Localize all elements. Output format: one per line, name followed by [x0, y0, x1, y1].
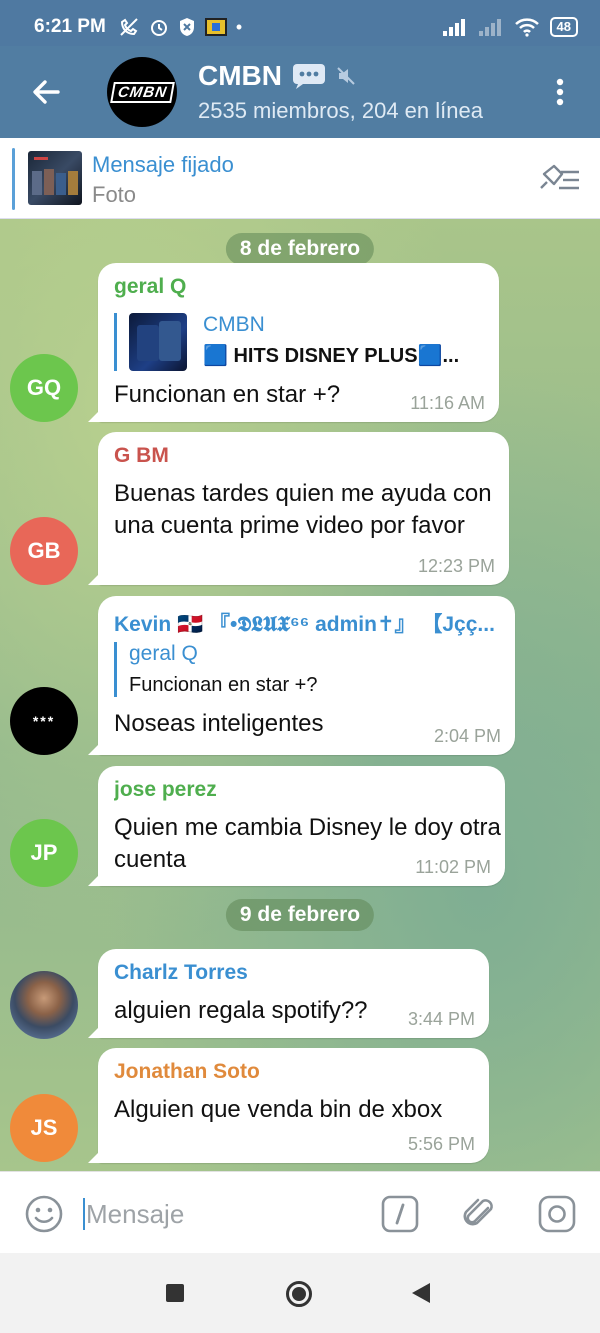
message-sender[interactable]: Charlz Torres [114, 961, 248, 985]
reply-text: 🟦 HITS DISNEY PLUS🟦... [203, 345, 460, 367]
message-bubble[interactable]: Jonathan Soto Alguien que venda bin de x… [98, 1048, 489, 1163]
pinned-list-icon[interactable] [535, 160, 581, 196]
text-cursor [83, 1198, 85, 1230]
user-avatar[interactable]: GB [10, 517, 78, 585]
paperclip-icon[interactable] [460, 1194, 500, 1234]
message-bubble[interactable]: geral Q CMBN 🟦 HITS DISNEY PLUS🟦... Func… [98, 263, 499, 422]
date-separator: 8 de febrero [225, 233, 375, 265]
reply-text: Funcionan en star +? [129, 674, 318, 696]
channel-title[interactable]: CMBN [198, 60, 356, 92]
channel-member-count: 2535 miembros, 204 en línea [198, 98, 483, 123]
chat-bubble-icon [293, 64, 325, 89]
more-notifications-dot: • [235, 16, 243, 37]
user-avatar-text: *** [32, 713, 56, 729]
recents-button[interactable] [166, 1284, 184, 1302]
reply-preview[interactable]: geral Q Funcionan en star +? [114, 642, 317, 697]
message-input[interactable] [86, 1196, 356, 1232]
message-text: Buenas tardes quien me ayuda con una cue… [114, 480, 492, 539]
message-sender[interactable]: G BM [114, 444, 169, 468]
reply-sender: CMBN [203, 313, 265, 336]
message-sender[interactable]: geral Q [114, 275, 186, 299]
back-arrow-icon[interactable] [28, 74, 64, 110]
kebab-menu-icon[interactable] [548, 74, 572, 110]
reply-preview[interactable]: CMBN 🟦 HITS DISNEY PLUS🟦... [114, 313, 459, 371]
message-time: 12:23 PM [417, 556, 495, 576]
app-notification-icon [204, 18, 227, 36]
message-bubble[interactable]: Charlz Torres alguien regala spotify?? 3… [98, 949, 489, 1038]
status-system-icons: 48 [442, 17, 578, 37]
emoji-icon[interactable] [24, 1194, 64, 1234]
no-calls-icon [120, 18, 138, 36]
signal-icon [442, 19, 465, 36]
user-avatar[interactable]: *** [10, 687, 78, 755]
battery-indicator: 48 [549, 17, 578, 37]
message-bubble[interactable]: Kevin 🇩🇴 『•𝕯𝕷𝖀𝖃⁶⁶ admin✝』 【Jçç... geral … [98, 596, 515, 755]
reply-thumbnail [129, 313, 187, 371]
wifi-icon [514, 18, 539, 37]
system-back-button[interactable] [412, 1283, 430, 1303]
message-time: 5:56 PM [407, 1134, 475, 1154]
muted-icon [337, 67, 355, 85]
camera-icon[interactable] [537, 1194, 577, 1234]
message-input-bar [0, 1171, 600, 1253]
message-text: alguien regala spotify?? [114, 997, 368, 1024]
home-button[interactable] [286, 1281, 312, 1307]
user-avatar[interactable]: JP [10, 819, 78, 887]
status-notification-icons: • [118, 16, 242, 38]
shield-icon [179, 18, 194, 36]
message-time: 11:16 AM [410, 393, 485, 413]
system-navigation-bar [0, 1253, 600, 1333]
chat-header: CMBN CMBN 2535 miembros, 204 en línea [0, 46, 600, 138]
signal-off-icon [478, 19, 501, 36]
message-sender[interactable]: Jonathan Soto [114, 1060, 260, 1084]
user-avatar-photo[interactable] [10, 971, 78, 1039]
message-bubble[interactable]: G BM Buenas tardes quien me ayuda con un… [98, 432, 509, 585]
channel-avatar[interactable]: CMBN [107, 57, 177, 127]
alarm-icon [150, 20, 167, 36]
message-time: 2:04 PM [433, 726, 501, 746]
message-time: 11:02 PM [415, 857, 491, 877]
user-avatar[interactable]: GQ [10, 354, 78, 422]
pinned-thumbnail [28, 151, 82, 205]
pinned-subtitle: Foto [92, 182, 137, 207]
message-bubble[interactable]: jose perez Quien me cambia Disney le doy… [98, 766, 505, 886]
date-separator: 9 de febrero [225, 899, 375, 931]
pinned-message-bar[interactable]: Mensaje fijado Foto [0, 138, 600, 219]
message-time: 3:44 PM [407, 1009, 475, 1029]
user-avatar[interactable]: JS [10, 1094, 78, 1162]
slash-command-icon[interactable] [380, 1194, 420, 1234]
pinned-indicator [12, 148, 15, 210]
channel-avatar-logo: CMBN [109, 81, 175, 103]
message-sender[interactable]: Kevin 🇩🇴 『•𝕯𝕷𝖀𝖃⁶⁶ admin✝』 【Jçç... [114, 608, 504, 638]
message-text: Alguien que venda bin de xbox [114, 1096, 443, 1123]
message-text: Noseas inteligentes [114, 710, 324, 737]
reply-sender: geral Q [129, 642, 198, 665]
channel-title-text: CMBN [198, 60, 282, 91]
message-list[interactable]: 8 de febrero geral Q CMBN 🟦 HITS DISNEY … [0, 219, 600, 1171]
status-time: 6:21 PM [34, 16, 106, 37]
pinned-title: Mensaje fijado [92, 152, 234, 177]
message-sender[interactable]: jose perez [114, 778, 217, 802]
message-text: Funcionan en star +? [114, 381, 341, 408]
